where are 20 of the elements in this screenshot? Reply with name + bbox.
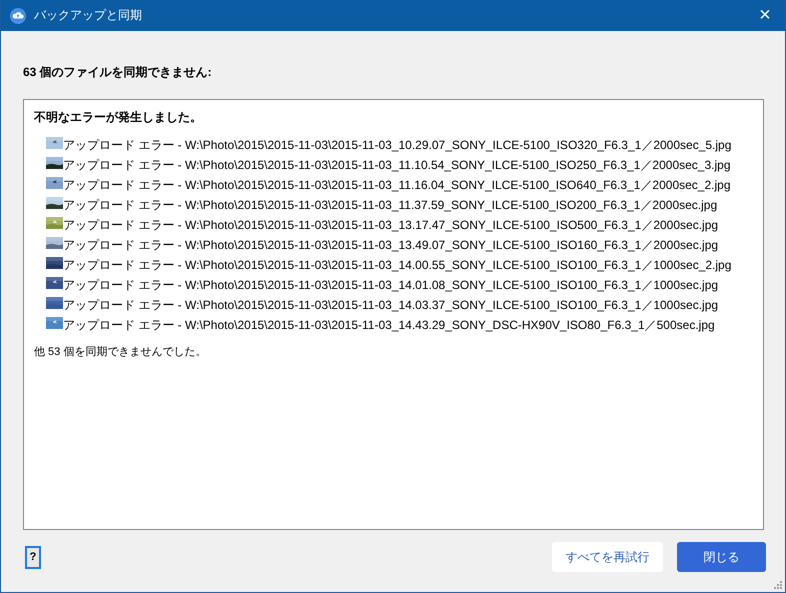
file-error-text: アップロード エラー - W:\Photo\2015\2015-11-03\2015-11-03_14.03.37_SONY_ILCE-5100_ISO100_F6.3_1／1000sec.jpg [63, 296, 718, 314]
more-files-note: 他 53 個を同期できませんでした。 [34, 345, 208, 359]
error-message: 不明なエラーが発生しました。 [34, 109, 203, 126]
file-error-text: アップロード エラー - W:\Photo\2015\2015-11-03\2015-11-03_13.49.07_SONY_ILCE-5100_ISO160_F6.3_1／2000sec.jpg [63, 236, 718, 254]
close-dialog-button[interactable]: 閉じる [677, 542, 766, 572]
retry-all-button[interactable]: すべてを再試行 [552, 542, 663, 572]
help-button[interactable]: ? [25, 546, 41, 568]
close-button[interactable]: × [745, 0, 785, 31]
cloud-upload-icon [10, 8, 26, 24]
file-error-text: アップロード エラー - W:\Photo\2015\2015-11-03\2015-11-03_14.01.08_SONY_ILCE-5100_ISO100_F6.3_1／1000sec.jpg [63, 276, 718, 294]
window-title: バックアップと同期 [34, 7, 142, 24]
file-error-text: アップロード エラー - W:\Photo\2015\2015-11-03\2015-11-03_11.16.04_SONY_ILCE-5100_ISO640_F6.3_1／2000sec_2.jpg [63, 176, 730, 194]
heading: 63 個のファイルを同期できません: [23, 64, 213, 81]
file-error-text: アップロード エラー - W:\Photo\2015\2015-11-03\2015-11-03_11.10.54_SONY_ILCE-5100_ISO250_F6.3_1／2000sec_3.jpg [63, 156, 730, 174]
file-error-text: アップロード エラー - W:\Photo\2015\2015-11-03\2015-11-03_10.29.07_SONY_ILCE-5100_ISO320_F6.3_1／2000sec_5.jpg [63, 136, 732, 154]
file-error-text: アップロード エラー - W:\Photo\2015\2015-11-03\2015-11-03_13.17.47_SONY_ILCE-5100_ISO500_F6.3_1／2000sec.jpg [63, 216, 718, 234]
resize-grip-icon[interactable] [773, 580, 783, 590]
file-error-text: アップロード エラー - W:\Photo\2015\2015-11-03\2015-11-03_14.00.55_SONY_ILCE-5100_ISO100_F6.3_1／1000sec_2.jpg [63, 256, 732, 274]
file-error-text: アップロード エラー - W:\Photo\2015\2015-11-03\2015-11-03_11.37.59_SONY_ILCE-5100_ISO200_F6.3_1／2000sec.jpg [63, 196, 718, 214]
file-error-text: アップロード エラー - W:\Photo\2015\2015-11-03\2015-11-03_14.43.29_SONY_DSC-HX90V_ISO80_F6.3_1／500sec.jpg [63, 316, 715, 334]
